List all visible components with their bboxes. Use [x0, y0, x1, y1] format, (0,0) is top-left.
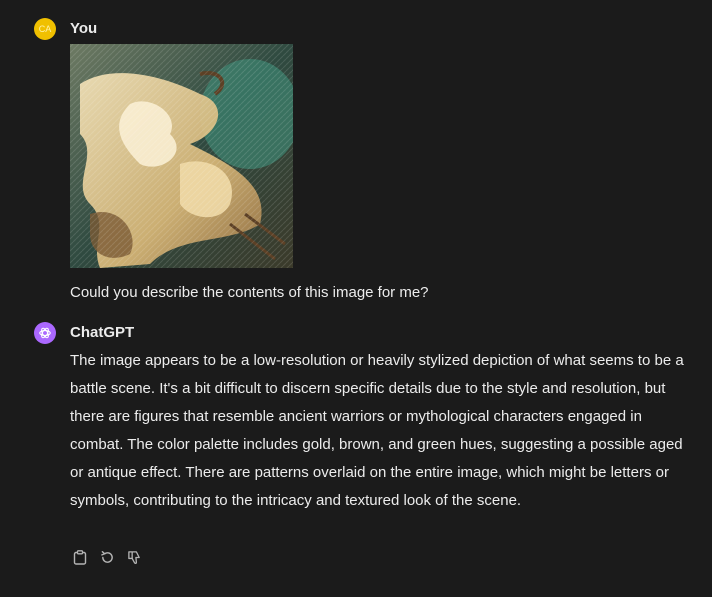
thumbs-down-icon: [127, 550, 140, 564]
openai-logo-icon: [39, 327, 51, 339]
assistant-name: ChatGPT: [70, 324, 135, 341]
assistant-message: The image appears to be a low-resolution…: [70, 352, 684, 509]
attached-image[interactable]: [70, 44, 293, 268]
user-name: You: [70, 20, 98, 37]
message-actions: [71, 548, 143, 566]
battle-scene-image: [70, 44, 293, 268]
user-avatar: CA: [34, 18, 56, 40]
user-avatar-initials: CA: [38, 24, 52, 34]
clipboard-icon: [73, 549, 87, 565]
chatgpt-avatar: [34, 322, 56, 344]
thumbs-down-button[interactable]: [125, 548, 143, 566]
copy-button[interactable]: [71, 548, 89, 566]
user-message: Could you describe the contents of this …: [70, 284, 429, 301]
regenerate-icon: [100, 550, 113, 563]
regenerate-button[interactable]: [98, 548, 116, 566]
